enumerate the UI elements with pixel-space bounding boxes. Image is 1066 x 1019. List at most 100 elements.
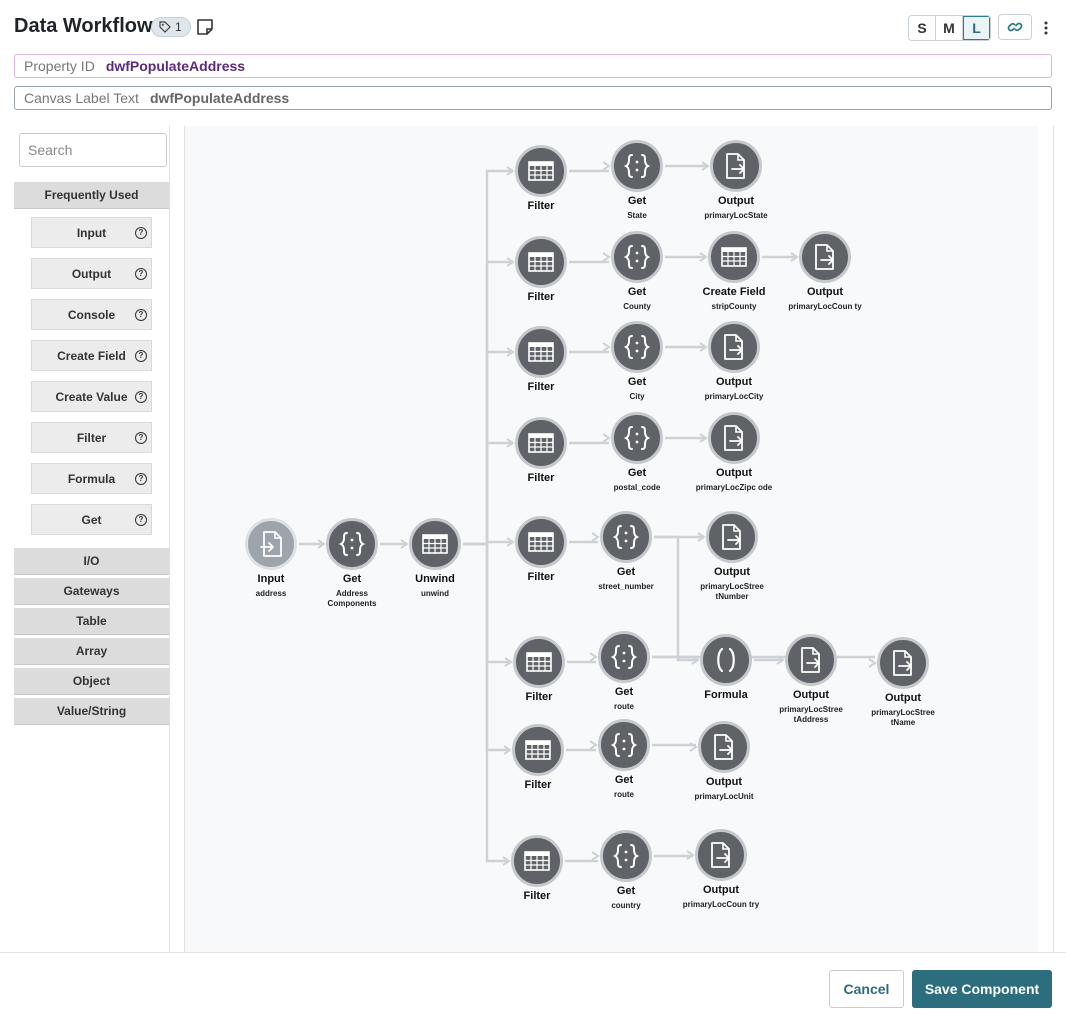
palette-item-output[interactable]: Output?: [31, 258, 152, 289]
workflow-node-table[interactable]: [515, 145, 567, 197]
help-icon[interactable]: ?: [135, 350, 147, 362]
more-options-button[interactable]: [1038, 16, 1054, 40]
section-value-string[interactable]: Value/String: [14, 698, 169, 725]
data-workflow-dialog: Data Workflow 1 S M L Property ID dwfPop…: [0, 0, 1066, 1019]
workflow-node-output[interactable]: [706, 511, 758, 563]
property-id-field[interactable]: Property ID dwfPopulateAddress: [14, 54, 1052, 78]
workflow-node-get[interactable]: [598, 719, 650, 771]
node-label: Output: [715, 467, 753, 479]
section-table[interactable]: Table: [14, 608, 169, 635]
curly-braces-icon: [623, 333, 651, 361]
node-sublabel: stripCounty: [711, 302, 757, 311]
workflow-node-input[interactable]: [245, 518, 297, 570]
palette-item-create-value[interactable]: Create Value?: [31, 381, 152, 412]
size-toggle: S M L: [908, 15, 991, 41]
palette-item-create-field[interactable]: Create Field?: [31, 340, 152, 371]
workflow-node-table[interactable]: [708, 231, 760, 283]
workflow-node-table[interactable]: [512, 724, 564, 776]
node-label: Output: [884, 692, 922, 704]
node-sublabel: postal_code: [613, 483, 661, 492]
workflow-node-table[interactable]: [513, 636, 565, 688]
node-label: Get: [616, 885, 636, 897]
workflow-node-output[interactable]: [710, 140, 762, 192]
palette-search-input[interactable]: Search: [19, 133, 167, 167]
palette-item-input[interactable]: Input?: [31, 217, 152, 248]
table-icon: [721, 247, 747, 267]
help-icon[interactable]: ?: [135, 432, 147, 444]
workflow-node-formula[interactable]: [700, 634, 752, 686]
table-icon: [528, 161, 554, 181]
node-label: Get: [627, 376, 647, 388]
curly-braces-icon: [612, 842, 640, 870]
help-icon[interactable]: ?: [135, 268, 147, 280]
edge-arrow: [868, 658, 877, 668]
workflow-node-output[interactable]: [698, 721, 750, 773]
table-icon: [525, 740, 551, 760]
workflow-node-get[interactable]: [326, 518, 378, 570]
node-label: Get: [614, 774, 634, 786]
workflow-node-get[interactable]: [611, 321, 663, 373]
canvas-label-field[interactable]: Canvas Label Text dwfPopulateAddress: [14, 86, 1052, 110]
workflow-node-table[interactable]: [515, 236, 567, 288]
help-icon[interactable]: ?: [135, 309, 147, 321]
table-icon: [528, 433, 554, 453]
workflow-node-output[interactable]: [785, 634, 837, 686]
workflow-node-output[interactable]: [799, 231, 851, 283]
link-icon: [1007, 22, 1023, 32]
tag-badge[interactable]: 1: [151, 17, 191, 37]
workflow-node-get[interactable]: [611, 412, 663, 464]
workflow-node-get[interactable]: [598, 631, 650, 683]
help-icon[interactable]: ?: [135, 473, 147, 485]
cancel-button[interactable]: Cancel: [829, 970, 904, 1008]
node-sublabel: address: [255, 589, 287, 598]
palette-item-label: Create Value: [55, 389, 128, 404]
workflow-node-output[interactable]: [708, 412, 760, 464]
palette-item-formula[interactable]: Formula?: [31, 463, 152, 494]
section-object[interactable]: Object: [14, 668, 169, 695]
table-icon: [422, 534, 448, 554]
save-component-button[interactable]: Save Component: [912, 970, 1052, 1008]
node-sublabel: primaryLocCoun ty: [788, 302, 862, 311]
workflow-node-get[interactable]: [611, 231, 663, 283]
workflow-node-get[interactable]: [600, 511, 652, 563]
size-l-button[interactable]: L: [963, 16, 990, 40]
parentheses-icon: [712, 646, 740, 674]
workflow-node-output[interactable]: [708, 321, 760, 373]
palette-item-console[interactable]: Console?: [31, 299, 152, 330]
workflow-node-table[interactable]: [409, 518, 461, 570]
workflow-node-table[interactable]: [511, 835, 563, 887]
node-sublabel: route: [614, 702, 634, 711]
palette-item-filter[interactable]: Filter?: [31, 422, 152, 453]
workflow-node-get[interactable]: [611, 140, 663, 192]
edge-arrow: [589, 740, 598, 750]
workflow-node-table[interactable]: [515, 326, 567, 378]
link-button[interactable]: [998, 14, 1032, 40]
node-label: Filter: [527, 200, 555, 212]
workflow-node-table[interactable]: [515, 516, 567, 568]
edge-arrow: [591, 851, 600, 861]
file-export-icon: [891, 649, 915, 677]
file-export-icon: [724, 152, 748, 180]
file-export-icon: [813, 243, 837, 271]
node-label: Unwind: [415, 573, 455, 585]
workflow-node-table[interactable]: [515, 417, 567, 469]
section-io[interactable]: I/O: [14, 548, 169, 575]
curly-braces-icon: [623, 152, 651, 180]
workflow-node-get[interactable]: [600, 830, 652, 882]
section-array[interactable]: Array: [14, 638, 169, 665]
edge-arrow: [602, 252, 611, 262]
sticky-note-icon[interactable]: [196, 18, 214, 36]
table-icon: [526, 652, 552, 672]
workflow-canvas[interactable]: Input address Get Address Components Unwind u…: [184, 126, 1038, 952]
size-m-button[interactable]: M: [936, 16, 963, 40]
palette-item-label: Output: [71, 266, 112, 281]
section-gateways[interactable]: Gateways: [14, 578, 169, 605]
section-frequently-used[interactable]: Frequently Used: [14, 182, 169, 209]
workflow-node-output[interactable]: [695, 829, 747, 881]
help-icon[interactable]: ?: [135, 227, 147, 239]
workflow-node-output[interactable]: [877, 637, 929, 689]
size-s-button[interactable]: S: [909, 16, 936, 40]
palette-item-get[interactable]: Get?: [31, 504, 152, 535]
help-icon[interactable]: ?: [135, 514, 147, 526]
help-icon[interactable]: ?: [135, 391, 147, 403]
